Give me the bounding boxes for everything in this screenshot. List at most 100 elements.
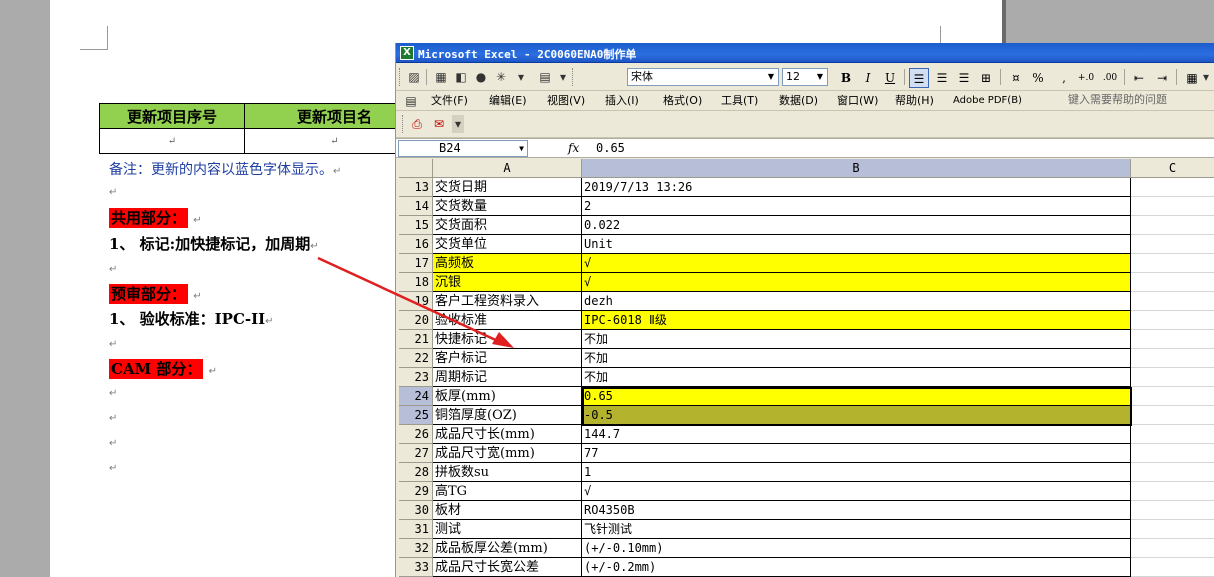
increase-indent-button[interactable]: ⇥ [1152, 68, 1172, 88]
row-header[interactable]: 26 [399, 425, 433, 444]
picture-icon[interactable]: ▨ [405, 68, 423, 86]
font-size-select[interactable]: 12 ▼ [782, 68, 828, 86]
row-header[interactable]: 17 [399, 254, 433, 273]
chevron-down-icon[interactable]: ▼ [814, 69, 826, 85]
row-header[interactable]: 15 [399, 216, 433, 235]
menu-window[interactable]: 窗口(W) [837, 93, 878, 109]
comma-button[interactable]: , [1054, 68, 1074, 88]
cell-c[interactable] [1131, 330, 1214, 349]
cell-c[interactable] [1131, 558, 1214, 577]
cell-a[interactable]: 铜箔厚度(OZ) [433, 406, 582, 425]
cell-a[interactable]: 验收标准 [433, 311, 582, 330]
menu-tools[interactable]: 工具(T) [721, 93, 758, 109]
cell-b[interactable]: 2 [582, 197, 1131, 216]
document-icon[interactable]: ▤ [402, 92, 420, 110]
name-box[interactable]: B24 ▼ [398, 140, 528, 157]
cell-b[interactable]: IPC-6018 Ⅱ级 [582, 311, 1131, 330]
row-header[interactable]: 20 [399, 311, 433, 330]
column-header-b[interactable]: B [582, 159, 1131, 178]
help-search-input[interactable]: 键入需要帮助的问题 [1068, 92, 1208, 110]
cell-c[interactable] [1131, 311, 1214, 330]
dropdown-icon[interactable]: ▾ [554, 68, 572, 86]
cell-c[interactable] [1131, 387, 1214, 406]
cell-c[interactable] [1131, 273, 1214, 292]
menu-view[interactable]: 视图(V) [547, 93, 585, 109]
cell-a[interactable]: 沉银 [433, 273, 582, 292]
decrease-indent-button[interactable]: ⇤ [1129, 68, 1149, 88]
cell-c[interactable] [1131, 178, 1214, 197]
cell-b[interactable]: RO4350B [582, 501, 1131, 520]
star-icon[interactable]: ✳ [492, 68, 510, 86]
cell-c[interactable] [1131, 539, 1214, 558]
cell-b[interactable]: 77 [582, 444, 1131, 463]
cell-a[interactable]: 交货数量 [433, 197, 582, 216]
column-header-a[interactable]: A [433, 159, 582, 178]
row-header[interactable]: 27 [399, 444, 433, 463]
underline-button[interactable]: U [880, 68, 900, 88]
cell-c[interactable] [1131, 349, 1214, 368]
cell-a[interactable]: 成品板厚公差(mm) [433, 539, 582, 558]
menu-file[interactable]: 文件(F) [431, 93, 468, 109]
cell-b[interactable]: 飞针测试 [582, 520, 1131, 539]
dropdown-icon[interactable]: ▾ [512, 68, 530, 86]
align-center-button[interactable]: ☰ [932, 68, 952, 88]
cell-c[interactable] [1131, 406, 1214, 425]
title-bar[interactable]: X Microsoft Excel - 2C0060ENA0制作单 [396, 43, 1214, 63]
cell-b[interactable]: (+/-0.2mm) [582, 558, 1131, 577]
cell-a[interactable]: 交货单位 [433, 235, 582, 254]
menu-format[interactable]: 格式(O) [663, 93, 702, 109]
bold-button[interactable]: B [836, 68, 856, 88]
toolbar-grip[interactable] [402, 115, 405, 133]
column-header-c[interactable]: C [1131, 159, 1214, 178]
cell-b[interactable]: (+/-0.10mm) [582, 539, 1131, 558]
row-header[interactable]: 21 [399, 330, 433, 349]
cell-b[interactable]: Unit [582, 235, 1131, 254]
table-cell[interactable]: ↵ [99, 128, 245, 154]
cell-a[interactable]: 测试 [433, 520, 582, 539]
row-header[interactable]: 25 [399, 406, 433, 425]
cell-a[interactable]: 拼板数su [433, 463, 582, 482]
paste-icon[interactable]: ▤ [536, 68, 554, 86]
fx-icon[interactable]: fx [568, 141, 579, 155]
cell-b[interactable]: 1 [582, 463, 1131, 482]
increase-decimal-button[interactable]: +.0 [1076, 68, 1096, 88]
cell-b[interactable]: 144.7 [582, 425, 1131, 444]
cell-a[interactable]: 交货日期 [433, 178, 582, 197]
formula-input[interactable]: 0.65 [596, 141, 625, 155]
cell-a[interactable]: 客户标记 [433, 349, 582, 368]
select-all-corner[interactable] [399, 159, 433, 178]
align-left-button[interactable]: ☰ [909, 68, 929, 88]
excel-icon[interactable]: X [400, 46, 414, 60]
cell-b[interactable]: √ [582, 254, 1131, 273]
row-header[interactable]: 28 [399, 463, 433, 482]
row-header[interactable]: 22 [399, 349, 433, 368]
cell-c[interactable] [1131, 482, 1214, 501]
row-header[interactable]: 32 [399, 539, 433, 558]
cell-b[interactable]: 2019/7/13 13:26 [582, 178, 1131, 197]
table-header-cell[interactable]: 更新项目序号 [99, 103, 245, 129]
grid-icon[interactable]: ▦ [432, 68, 450, 86]
cell-c[interactable] [1131, 444, 1214, 463]
cell-c[interactable] [1131, 254, 1214, 273]
chart-icon[interactable]: ◧ [452, 68, 470, 86]
cell-c[interactable] [1131, 292, 1214, 311]
percent-button[interactable]: % [1028, 68, 1048, 88]
cell-a[interactable]: 周期标记 [433, 368, 582, 387]
cell-c[interactable] [1131, 501, 1214, 520]
cell-b[interactable]: 0.65 [582, 387, 1131, 406]
toolbar-options-icon[interactable]: ▾ [452, 115, 464, 133]
borders-button[interactable]: ▦ [1182, 68, 1202, 88]
menu-data[interactable]: 数据(D) [779, 93, 818, 109]
cell-c[interactable] [1131, 235, 1214, 254]
italic-button[interactable]: I [858, 68, 878, 88]
cell-c[interactable] [1131, 216, 1214, 235]
cell-c[interactable] [1131, 520, 1214, 539]
menu-edit[interactable]: 编辑(E) [489, 93, 527, 109]
cell-b[interactable]: 不加 [582, 349, 1131, 368]
cell-b[interactable]: √ [582, 482, 1131, 501]
row-header[interactable]: 31 [399, 520, 433, 539]
chevron-down-icon[interactable]: ▼ [765, 69, 777, 85]
cell-c[interactable] [1131, 463, 1214, 482]
pdf-convert-icon[interactable]: ⎙ [408, 115, 426, 133]
cell-c[interactable] [1131, 368, 1214, 387]
